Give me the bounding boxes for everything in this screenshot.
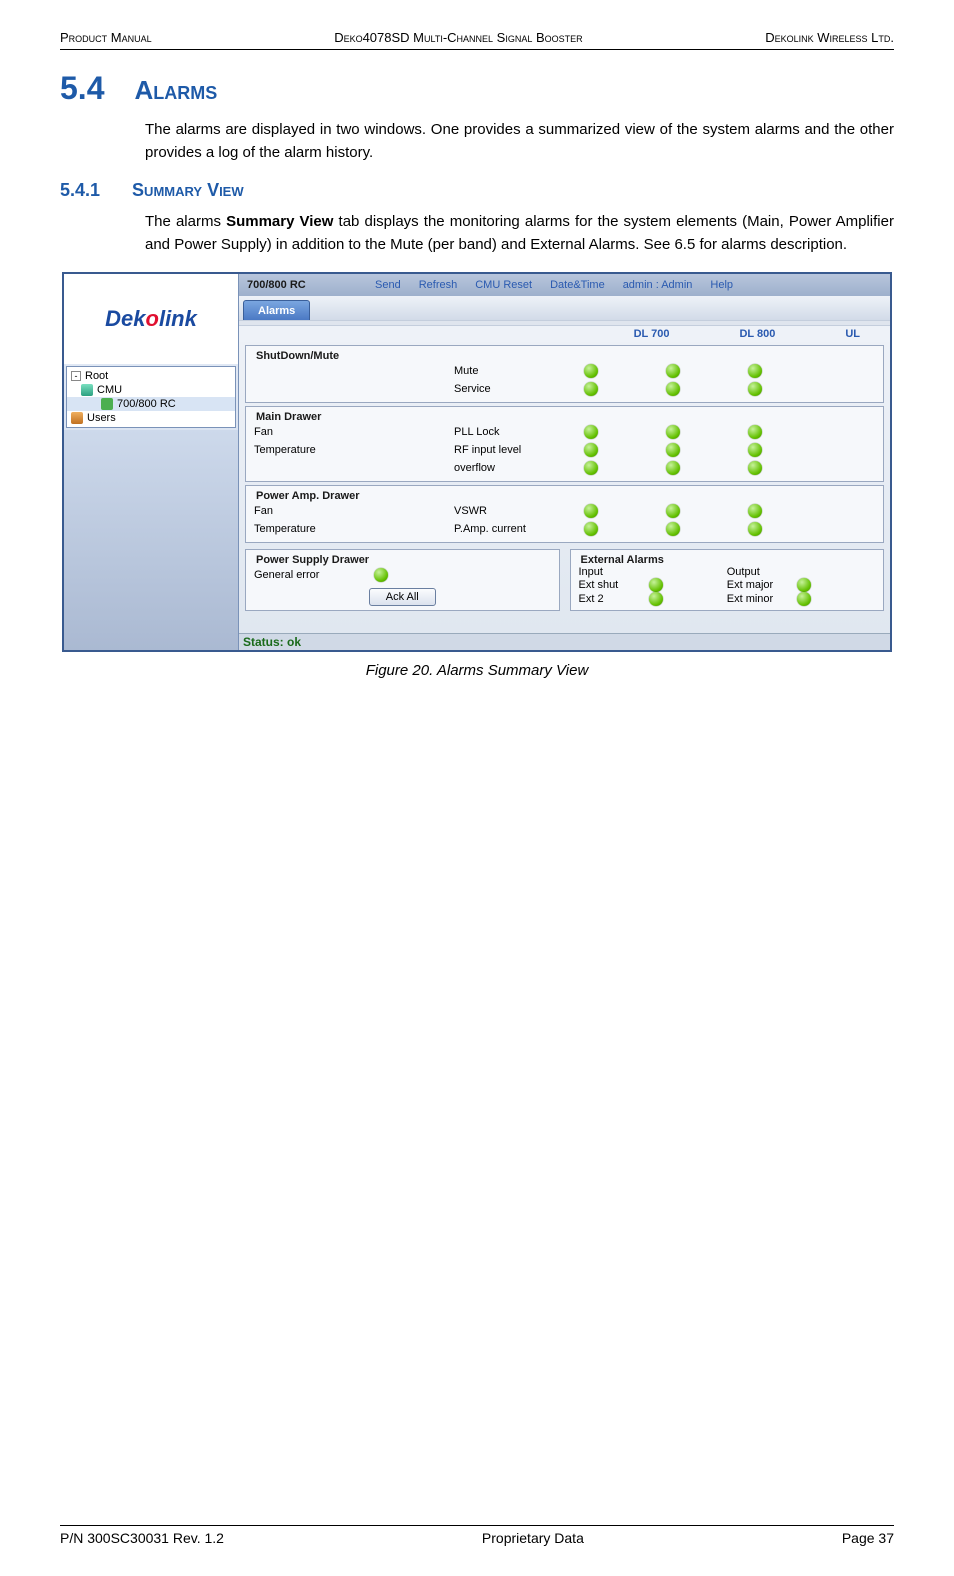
subsection-title: Summary View — [132, 180, 244, 200]
header-right: Dekolink Wireless Ltd. — [765, 30, 894, 45]
nav-tree[interactable]: -Root CMU 700/800 RC Users — [66, 366, 236, 428]
row-ext-shut-major: Ext shut Ext major — [579, 578, 876, 592]
group-power-amp: Power Amp. Drawer Fan VSWR Temperature P… — [245, 485, 884, 543]
tree-cmu[interactable]: CMU — [67, 383, 235, 397]
row-temperature: Temperature RF input level — [254, 441, 875, 459]
section-heading: 5.4 Alarms — [60, 70, 894, 107]
row-ext2-minor: Ext 2 Ext minor — [579, 592, 876, 606]
status-dot — [748, 443, 762, 457]
status-dot — [584, 461, 598, 475]
row-fan: Fan VSWR — [254, 502, 875, 520]
row-input-output: Input Output — [579, 566, 876, 578]
status-dot — [748, 382, 762, 396]
section-number: 5.4 — [60, 70, 104, 106]
auth-label: admin : Admin — [623, 279, 693, 291]
group-power-supply: Power Supply Drawer General error Ack Al… — [245, 549, 560, 611]
status-dot — [666, 443, 680, 457]
col-dl700: DL 700 — [634, 328, 670, 340]
subsection-text: The alarms Summary View tab displays the… — [145, 211, 894, 256]
status-dot — [748, 504, 762, 518]
column-headers: DL 700 DL 800 UL — [239, 326, 890, 342]
sidebar: Dekolink -Root CMU 700/800 RC Users — [64, 274, 239, 650]
top-toolbar: 700/800 RC Send Refresh CMU Reset Date&T… — [239, 274, 890, 296]
page-header: Product Manual Deko4078SD Multi-Channel … — [60, 30, 894, 50]
status-bar: Status: ok — [239, 633, 890, 650]
status-dot — [584, 425, 598, 439]
header-left: Product Manual — [60, 30, 152, 45]
footer-left: P/N 300SC30031 Rev. 1.2 — [60, 1530, 224, 1546]
help-link[interactable]: Help — [710, 279, 733, 291]
group-legend: Power Supply Drawer — [252, 554, 373, 566]
logo: Dekolink — [64, 274, 238, 364]
app-window: Dekolink -Root CMU 700/800 RC Users 700/… — [62, 272, 892, 652]
send-link[interactable]: Send — [375, 279, 401, 291]
status-dot — [584, 504, 598, 518]
group-external-alarms: External Alarms Input Output Ext shut Ex… — [570, 549, 885, 611]
status-dot — [584, 443, 598, 457]
tree-700-800-rc[interactable]: 700/800 RC — [67, 397, 235, 411]
status-dot — [748, 425, 762, 439]
node-icon — [81, 384, 93, 396]
col-dl800: DL 800 — [739, 328, 775, 340]
group-shutdown-mute: ShutDown/Mute Mute Service — [245, 345, 884, 403]
status-dot — [584, 522, 598, 536]
status-dot — [666, 364, 680, 378]
sidebar-spacer — [64, 430, 238, 650]
collapse-icon[interactable]: - — [71, 371, 81, 381]
tree-root[interactable]: -Root — [67, 369, 235, 383]
status-dot — [584, 382, 598, 396]
datetime-link[interactable]: Date&Time — [550, 279, 605, 291]
group-legend: Power Amp. Drawer — [252, 490, 364, 502]
ack-all-button[interactable]: Ack All — [369, 588, 436, 606]
status-dot — [374, 568, 388, 582]
main-panel: 700/800 RC Send Refresh CMU Reset Date&T… — [239, 274, 890, 650]
status-dot — [666, 504, 680, 518]
status-dot — [666, 522, 680, 536]
footer-center: Proprietary Data — [482, 1530, 584, 1546]
status-dot — [666, 382, 680, 396]
row-overflow: overflow — [254, 459, 875, 477]
tab-alarms[interactable]: Alarms — [243, 300, 310, 320]
group-legend: Main Drawer — [252, 411, 325, 423]
section-title: Alarms — [134, 75, 217, 105]
user-icon — [71, 412, 83, 424]
row-mute: Mute — [254, 362, 875, 380]
figure-caption: Figure 20. Alarms Summary View — [60, 662, 894, 679]
status-dot — [666, 461, 680, 475]
status-dot — [748, 522, 762, 536]
group-main-drawer: Main Drawer Fan PLL Lock Temperature RF … — [245, 406, 884, 482]
section-intro: The alarms are displayed in two windows.… — [145, 119, 894, 164]
page-title: 700/800 RC — [247, 279, 357, 291]
status-dot — [748, 364, 762, 378]
row-service: Service — [254, 380, 875, 398]
tree-users[interactable]: Users — [67, 411, 235, 425]
group-legend: External Alarms — [577, 554, 668, 566]
status-dot — [797, 578, 811, 592]
page-footer: P/N 300SC30031 Rev. 1.2 Proprietary Data… — [60, 1525, 894, 1546]
status-dot — [584, 364, 598, 378]
row-fan: Fan PLL Lock — [254, 423, 875, 441]
group-legend: ShutDown/Mute — [252, 350, 343, 362]
col-ul: UL — [845, 328, 860, 340]
status-dot — [666, 425, 680, 439]
row-general-error: General error — [254, 566, 551, 584]
cmu-reset-link[interactable]: CMU Reset — [475, 279, 532, 291]
status-dot — [649, 592, 663, 606]
node-icon — [101, 398, 113, 410]
status-dot — [797, 592, 811, 606]
tab-bar: Alarms — [239, 296, 890, 320]
row-temperature: Temperature P.Amp. current — [254, 520, 875, 538]
status-dot — [649, 578, 663, 592]
subsection-number: 5.4.1 — [60, 180, 100, 200]
subsection-heading: 5.4.1 Summary View — [60, 180, 894, 201]
status-dot — [748, 461, 762, 475]
footer-right: Page 37 — [842, 1530, 894, 1546]
refresh-link[interactable]: Refresh — [419, 279, 458, 291]
header-center: Deko4078SD Multi-Channel Signal Booster — [334, 30, 582, 45]
panels: ShutDown/Mute Mute Service Main Drawer F… — [239, 342, 890, 633]
